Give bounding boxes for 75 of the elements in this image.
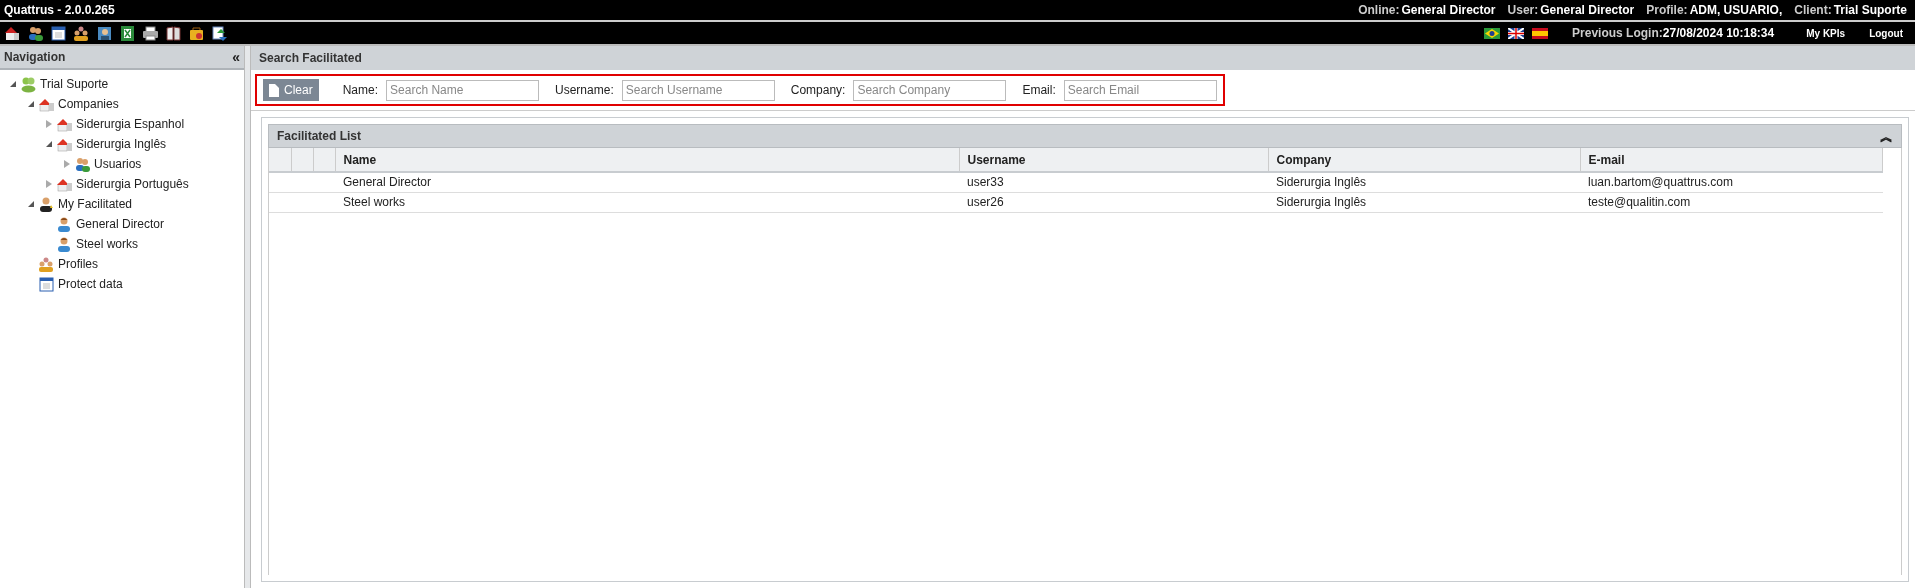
session-label: Online: — [1358, 3, 1400, 17]
person-icon — [38, 195, 55, 213]
person-icon — [56, 215, 73, 233]
previous-login-value: 27/08/2024 10:18:34 — [1662, 26, 1775, 40]
bag-icon[interactable] — [188, 24, 205, 42]
search-field[interactable]: Search Username — [621, 79, 775, 101]
tree-item[interactable]: Protect data — [58, 275, 123, 293]
session-value: General Director — [1540, 3, 1635, 17]
tree-item[interactable]: Siderurgia Inglês — [76, 135, 167, 153]
search-field[interactable]: Search Name — [386, 79, 540, 101]
person-icon — [56, 235, 73, 253]
session-label: User: — [1507, 3, 1539, 17]
printer-icon[interactable] — [142, 24, 159, 42]
search-field[interactable]: Search Email — [1063, 79, 1217, 101]
table-cell: General Director — [335, 172, 959, 192]
table-cell: user26 — [959, 192, 1268, 212]
field-label: Email: — [1022, 82, 1056, 99]
field-label: Username: — [555, 82, 614, 99]
session-value: General Director — [1401, 3, 1496, 17]
search-field[interactable]: Search Company — [853, 79, 1007, 101]
photo-icon[interactable] — [96, 24, 113, 42]
group-icon — [38, 255, 55, 273]
users-icon — [20, 75, 37, 93]
previous-login-label: Previous Login: — [1572, 26, 1663, 40]
column-header[interactable]: E-mail — [1580, 148, 1883, 172]
table-cell: Siderurgia Inglês — [1268, 192, 1580, 212]
spain-flag-icon[interactable] — [1532, 27, 1549, 39]
field-label: Company: — [790, 82, 846, 99]
session-value: Trial Suporte — [1833, 3, 1907, 17]
tree-item[interactable]: Profiles — [58, 255, 98, 273]
document-icon — [269, 83, 279, 97]
collapse-button[interactable]: « — [232, 50, 240, 64]
navigation-header: Navigation « — [0, 46, 244, 70]
table-cell: Siderurgia Inglês — [1268, 172, 1580, 192]
table-cell: Steel works — [335, 192, 959, 212]
book-icon[interactable] — [165, 24, 182, 42]
tree-item[interactable]: My Facilitated — [58, 195, 133, 213]
tree-item[interactable]: Trial Suporte — [40, 75, 109, 93]
house-icon[interactable] — [4, 24, 21, 42]
expanded-triangle-icon[interactable] — [9, 80, 17, 88]
table-cell: luan.bartom@quattrus.com — [1580, 172, 1883, 192]
group-icon[interactable] — [73, 24, 90, 42]
spreadsheet-icon[interactable] — [119, 24, 136, 42]
table-cell: teste@qualitin.com — [1580, 192, 1883, 212]
tree-item[interactable]: General Director — [76, 215, 165, 233]
tree-item[interactable]: Companies — [58, 95, 119, 113]
table-cell: user33 — [959, 172, 1268, 192]
brazil-flag-icon[interactable] — [1484, 27, 1501, 39]
users-icon[interactable] — [27, 24, 44, 42]
window-title: Quattrus - 2.0.0.265 — [4, 2, 115, 19]
tree-item[interactable]: Siderurgia Português — [76, 175, 189, 193]
list-header: Facilitated List ︽ — [268, 124, 1902, 148]
calendar-icon — [38, 275, 55, 293]
expanded-triangle-icon[interactable] — [27, 200, 35, 208]
field-label: Name: — [342, 82, 379, 99]
column-header[interactable]: Name — [335, 148, 959, 172]
column-header[interactable]: Company — [1268, 148, 1580, 172]
session-label: Client: — [1794, 3, 1832, 17]
search-header: Search Facilitated — [251, 46, 1915, 70]
tree-item[interactable]: Siderurgia Espanhol — [76, 115, 185, 133]
uk-flag-icon[interactable] — [1508, 27, 1525, 39]
expanded-triangle-icon[interactable] — [45, 140, 53, 148]
header-link[interactable]: Logout — [1869, 25, 1903, 41]
clear-button[interactable]: Clear — [263, 79, 319, 101]
calendar-icon[interactable] — [50, 24, 67, 42]
collapse-button[interactable]: ︽ — [1880, 129, 1893, 143]
users-icon — [74, 155, 91, 173]
header-link[interactable]: My KPIs — [1806, 25, 1846, 41]
expanded-triangle-icon[interactable] — [27, 100, 35, 108]
tree-item[interactable]: Usuarios — [94, 155, 142, 173]
session-label: Profile: — [1646, 3, 1688, 17]
session-value: ADM, USUARIO, — [1689, 3, 1783, 17]
column-header[interactable]: Username — [959, 148, 1268, 172]
sync-icon[interactable] — [211, 24, 228, 42]
tree-item[interactable]: Steel works — [76, 235, 139, 253]
